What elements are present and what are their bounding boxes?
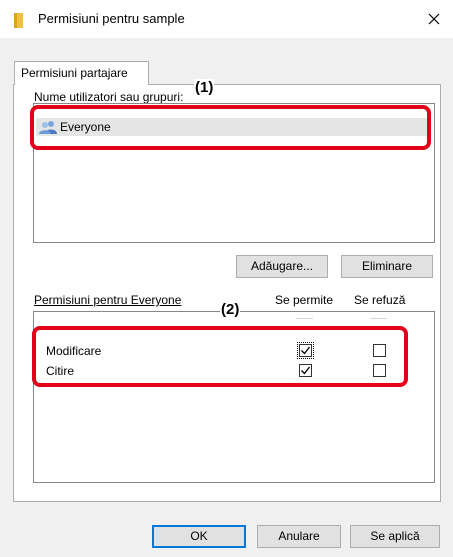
close-button[interactable] — [419, 4, 449, 34]
users-caption: Nume utilizatori sau grupuri: — [34, 90, 184, 104]
remove-button[interactable]: Eliminare — [341, 255, 433, 278]
title-bar: Permisiuni pentru sample — [0, 0, 453, 38]
list-item[interactable]: Everyone — [36, 118, 429, 136]
callout-2: (2) — [220, 301, 241, 318]
deny-read-checkbox[interactable] — [373, 364, 386, 377]
permissions-listbox[interactable] — [33, 311, 435, 483]
apply-button-label: Se aplică — [370, 529, 420, 543]
column-divider — [296, 318, 313, 319]
ok-button[interactable]: OK — [152, 525, 246, 548]
checkmark-icon — [301, 346, 311, 355]
users-icon — [39, 121, 57, 134]
deny-column-header: Se refuză — [354, 293, 406, 307]
remove-button-label: Eliminare — [361, 259, 412, 273]
tab-share-permissions[interactable]: Permisiuni partajare — [14, 61, 149, 85]
window-title: Permisiuni pentru sample — [38, 11, 185, 26]
allow-column-header: Se permite — [275, 293, 334, 307]
add-button-label: Adăugare... — [250, 259, 314, 273]
column-divider — [370, 318, 387, 319]
cancel-button-label: Anulare — [278, 529, 320, 543]
permission-label-modify: Modificare — [46, 344, 102, 358]
checkmark-icon — [301, 366, 311, 375]
deny-modify-checkbox[interactable] — [373, 344, 386, 357]
permissions-header: Permisiuni pentru Everyone — [34, 293, 182, 307]
add-button[interactable]: Adăugare... — [236, 255, 328, 278]
ok-button-label: OK — [190, 529, 208, 543]
user-name: Everyone — [60, 120, 111, 134]
folder-icon — [14, 13, 23, 28]
allow-modify-checkbox[interactable] — [297, 342, 314, 359]
allow-read-checkbox[interactable] — [299, 364, 312, 377]
cancel-button[interactable]: Anulare — [257, 525, 341, 548]
apply-button[interactable]: Se aplică — [350, 525, 440, 548]
permission-label-read: Citire — [46, 364, 75, 378]
close-icon — [428, 13, 440, 25]
callout-1: (1) — [194, 79, 215, 96]
